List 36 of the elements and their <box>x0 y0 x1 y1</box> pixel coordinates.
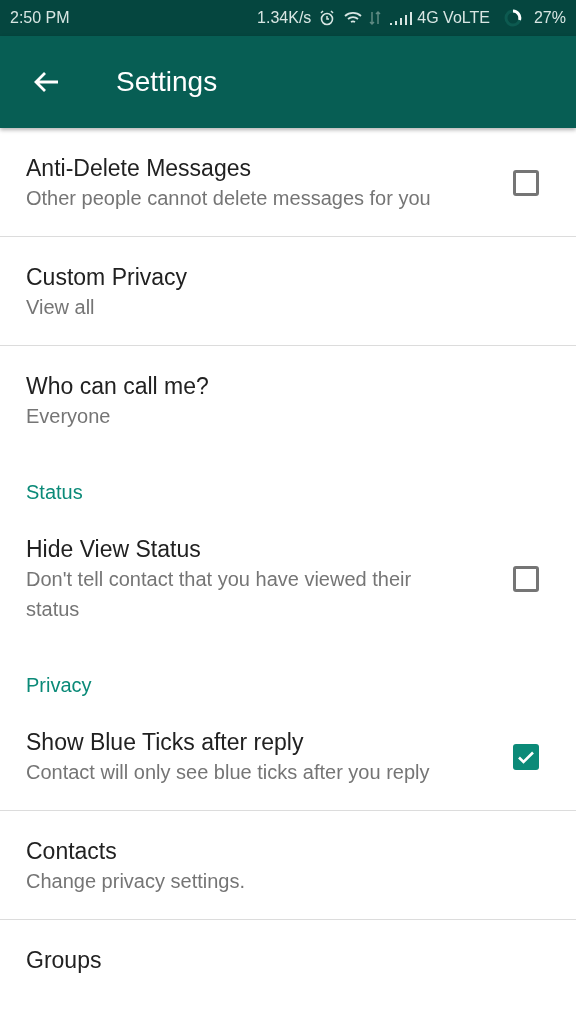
back-arrow-icon <box>33 71 59 93</box>
setting-description: View all <box>26 295 96 320</box>
setting-title: Anti-Delete Messages <box>26 154 252 183</box>
data-arrows-icon <box>369 10 382 26</box>
battery-level: 27% <box>533 8 566 28</box>
settings-row[interactable]: Hide View Status Don't tell contact that you have viewed their status <box>0 509 576 647</box>
setting-description: Contact will only see blue ticks after you reply <box>26 760 431 785</box>
setting-title: Hide View Status <box>26 535 202 564</box>
setting-description: Everyone <box>26 404 112 429</box>
settings-row[interactable]: Who can call me? Everyone <box>0 346 576 454</box>
setting-description: Change privacy settings. <box>26 869 246 894</box>
checkbox[interactable] <box>513 170 539 196</box>
setting-description: Other people cannot delete messages for you <box>26 186 432 211</box>
checkbox[interactable] <box>513 744 539 770</box>
setting-title: Who can call me? <box>26 372 210 401</box>
settings-row[interactable]: Anti-Delete Messages Other people cannot delete messages for you <box>0 128 576 237</box>
setting-title: Contacts <box>26 837 118 866</box>
clock: 2:50 PM <box>10 8 70 28</box>
settings-row[interactable]: Groups <box>0 920 576 998</box>
screen-title: Settings <box>116 65 218 99</box>
battery-icon <box>503 9 522 27</box>
setting-title: Custom Privacy <box>26 263 189 292</box>
settings-row[interactable]: Show Blue Ticks after reply Contact will only see blue ticks after you reply <box>0 702 576 811</box>
setting-title: Show Blue Ticks after reply <box>26 728 305 757</box>
network-type: 4G VoLTE <box>417 8 490 28</box>
signal-icon <box>389 10 414 26</box>
section-header: Status <box>26 481 83 503</box>
setting-description: Don't tell contact that you have viewed their status <box>26 567 413 622</box>
section-header: Privacy <box>26 674 92 696</box>
alarm-icon <box>319 10 336 26</box>
network-speed: 1.34K/s <box>257 8 312 28</box>
checkbox[interactable] <box>513 566 539 592</box>
settings-row[interactable]: Custom Privacy View all <box>0 237 576 346</box>
wifi-icon <box>343 10 364 26</box>
setting-title: Groups <box>26 946 103 975</box>
settings-row[interactable]: Contacts Change privacy settings. <box>0 811 576 920</box>
